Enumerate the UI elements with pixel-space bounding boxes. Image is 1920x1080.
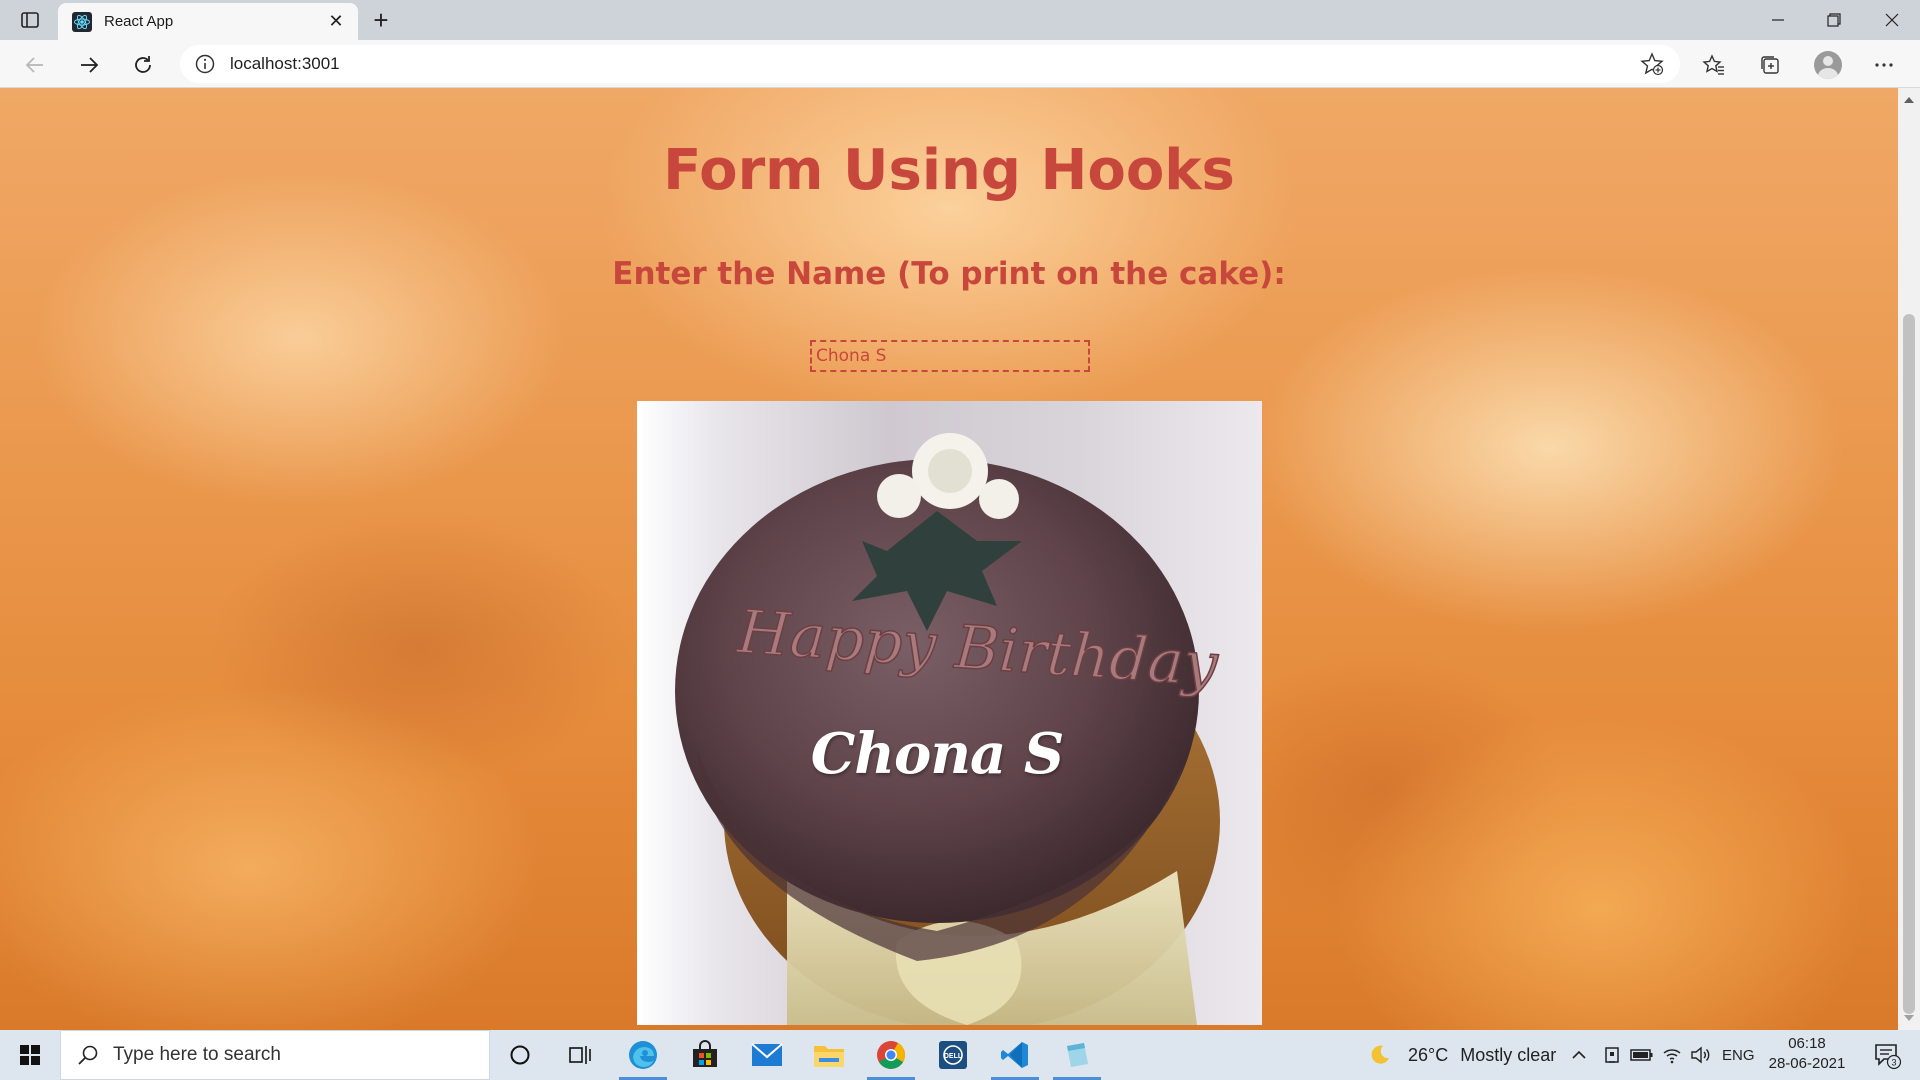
taskbar-clock[interactable]: 06:18 28-06-2021: [1762, 1034, 1852, 1074]
info-icon[interactable]: [194, 53, 216, 75]
svg-text:DELL: DELL: [944, 1053, 963, 1060]
search-placeholder: Type here to search: [113, 1044, 281, 1065]
speaker-icon: [1691, 1046, 1710, 1064]
restore-button[interactable]: [1806, 0, 1862, 40]
start-button[interactable]: [0, 1030, 60, 1080]
task-view-button[interactable]: [550, 1030, 610, 1080]
tab-actions-button[interactable]: [10, 6, 50, 34]
collections-icon: [1761, 56, 1779, 74]
search-icon: [78, 1045, 98, 1065]
battery-button[interactable]: [1630, 1030, 1654, 1080]
taskbar-dell[interactable]: DELL: [923, 1030, 983, 1080]
tab-close-icon[interactable]: ✕: [324, 10, 348, 34]
show-hidden-icons-button[interactable]: [1570, 1030, 1588, 1080]
name-prompt-label: Enter the Name (To print on the cake):: [612, 256, 1286, 292]
wifi-icon: [1663, 1049, 1681, 1064]
close-window-button[interactable]: [1864, 0, 1920, 40]
battery-icon: [1630, 1049, 1653, 1061]
clock-time: 06:18: [1788, 1035, 1826, 1052]
taskbar-search-box[interactable]: Type here to search: [60, 1030, 490, 1080]
cake-name-input[interactable]: [810, 340, 1090, 372]
taskbar-file-explorer[interactable]: [799, 1030, 859, 1080]
task-view-icon: [569, 1046, 591, 1064]
favorites-icon: [1702, 54, 1724, 75]
page-scrollbar[interactable]: [1898, 88, 1920, 1030]
refresh-icon: [135, 56, 151, 73]
close-icon: [1885, 13, 1899, 27]
browser-tab[interactable]: React App ✕: [58, 3, 358, 40]
taskbar-mail[interactable]: [737, 1030, 797, 1080]
minimize-button[interactable]: [1750, 0, 1806, 40]
cake-name-text: Chona S: [810, 721, 1065, 787]
taskbar-chrome[interactable]: [861, 1030, 921, 1080]
browser-toolbar: localhost:3001: [0, 40, 1920, 88]
chevron-up-icon: [1572, 1050, 1586, 1059]
edge-icon: [629, 1041, 657, 1069]
arrow-right-icon: [81, 57, 99, 73]
back-button[interactable]: [18, 48, 52, 82]
windows-taskbar: Type here to search DELL 26°C Mostly cle…: [0, 1030, 1920, 1080]
clock-date: 28-06-2021: [1768, 1055, 1846, 1072]
folder-icon: [814, 1046, 844, 1067]
weather-widget[interactable]: 26°C Mostly clear: [1368, 1030, 1556, 1080]
settings-more-button[interactable]: [1866, 48, 1902, 82]
refresh-button[interactable]: [126, 48, 160, 82]
react-logo-icon: [72, 11, 92, 32]
address-url: localhost:3001: [230, 54, 340, 73]
windows-logo-icon: [20, 1045, 40, 1065]
tab-actions-icon: [21, 12, 39, 28]
address-bar[interactable]: localhost:3001: [180, 45, 1680, 83]
more-icon: [1875, 63, 1893, 67]
star-add-icon: [1640, 52, 1664, 76]
notification-center-button[interactable]: 3: [1862, 1030, 1912, 1080]
language-indicator: ENG: [1722, 1046, 1755, 1064]
tab-title: React App: [104, 13, 174, 30]
scroll-down-icon[interactable]: [1903, 1012, 1915, 1024]
notification-icon: 3: [1875, 1044, 1902, 1070]
favorites-button[interactable]: [1696, 48, 1732, 82]
weather-temperature: 26°C: [1408, 1044, 1449, 1065]
vscode-icon: [1001, 1042, 1028, 1068]
device-icon: [1605, 1047, 1619, 1063]
network-button[interactable]: [1662, 1030, 1682, 1080]
taskbar-app-notes[interactable]: [1047, 1030, 1107, 1080]
arrow-left-icon: [25, 57, 43, 73]
collections-button[interactable]: [1752, 48, 1788, 82]
minimize-icon: [1772, 19, 1784, 21]
moon-icon: [1371, 1045, 1389, 1064]
notification-count: 3: [1891, 1058, 1896, 1068]
store-icon: [693, 1040, 717, 1067]
dell-icon: DELL: [939, 1041, 967, 1069]
taskbar-vscode[interactable]: [985, 1030, 1045, 1080]
notepad-icon: [1067, 1043, 1088, 1067]
avatar: [1814, 51, 1842, 79]
tab-strip: React App ✕ +: [0, 0, 1920, 40]
cake-image: Happy Birthday Chona S: [637, 401, 1262, 1025]
restore-icon: [1827, 13, 1841, 27]
input-language-button[interactable]: ENG: [1722, 1030, 1755, 1080]
forward-button[interactable]: [72, 48, 106, 82]
cortana-button[interactable]: [490, 1030, 550, 1080]
new-tab-button[interactable]: +: [366, 5, 396, 35]
volume-button[interactable]: [1690, 1030, 1712, 1080]
chrome-icon: [877, 1041, 905, 1069]
cortana-icon: [510, 1045, 530, 1065]
weather-description: Mostly clear: [1460, 1044, 1557, 1065]
mail-icon: [751, 1043, 783, 1066]
add-favorite-button[interactable]: [1638, 50, 1666, 78]
taskbar-edge[interactable]: [613, 1030, 673, 1080]
profile-button[interactable]: [1810, 48, 1846, 82]
device-tray-button[interactable]: [1602, 1030, 1622, 1080]
scroll-up-icon[interactable]: [1903, 94, 1915, 106]
taskbar-store[interactable]: [675, 1030, 735, 1080]
page-title: Form Using Hooks: [663, 138, 1235, 203]
cake-illustration: Happy Birthday: [675, 433, 1222, 1025]
scrollbar-thumb[interactable]: [1903, 314, 1915, 1014]
page-viewport: Form Using Hooks Enter the Name (To prin…: [0, 88, 1898, 1030]
